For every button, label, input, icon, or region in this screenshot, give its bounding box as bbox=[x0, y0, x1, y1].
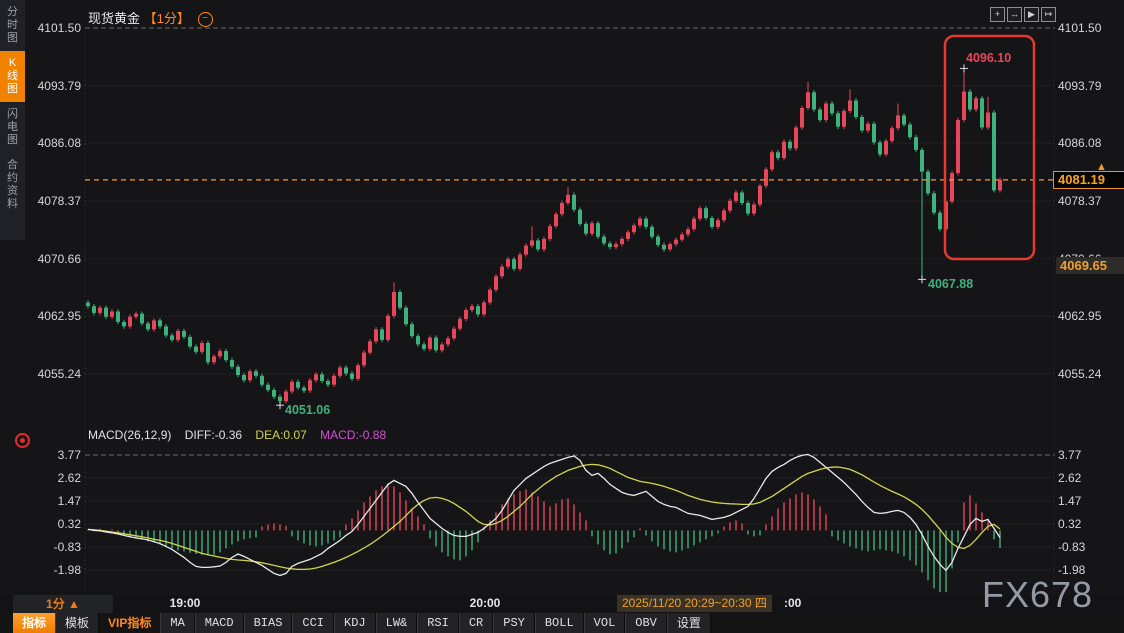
fit-horizontal-icon[interactable]: ↔ bbox=[1007, 7, 1022, 22]
price-marker-label: 4096.10 bbox=[966, 51, 1011, 65]
axis-label: -0.83 bbox=[1058, 540, 1124, 554]
axis-label: 4055.24 bbox=[0, 367, 81, 381]
axis-label: 0.32 bbox=[1058, 517, 1124, 531]
trading-app: 分 时 图K 线 图闪 电 图合 约 资 料 现货黄金 【1分】 − +↔▶↦ … bbox=[0, 0, 1124, 633]
toolbar-button-MACD[interactable]: MACD bbox=[195, 613, 244, 633]
macd-bar-value: MACD:-0.88 bbox=[320, 428, 386, 442]
axis-label: 2.62 bbox=[0, 471, 81, 485]
time-axis: 1分 ▲ 2025/11/20 20:29~20:30 四 19:00 20:00… bbox=[0, 595, 1124, 613]
axis-label: 4093.79 bbox=[1058, 79, 1124, 93]
chart-legend: 现货黄金 【1分】 − bbox=[88, 8, 213, 27]
toolbar-button-CR[interactable]: CR bbox=[459, 613, 493, 633]
price-marker-label: 4067.88 bbox=[928, 277, 973, 291]
toolbar-button-OBV[interactable]: OBV bbox=[625, 613, 667, 633]
left-price-axis: 4101.50 4093.79 4086.08 4078.37 4070.66 4062.… bbox=[0, 0, 81, 595]
toolbar-button-MA[interactable]: MA bbox=[160, 613, 194, 633]
toolbar-button-LW&[interactable]: LW& bbox=[376, 613, 418, 633]
price-pin-icon: ▲ bbox=[1096, 161, 1107, 173]
toolbar-button-BIAS[interactable]: BIAS bbox=[244, 613, 293, 633]
axis-label: 4093.79 bbox=[0, 79, 81, 93]
toolbar-button-VOL[interactable]: VOL bbox=[584, 613, 626, 633]
macd-header: MACD(26,12,9) DIFF:-0.36 DEA:0.07 MACD:-… bbox=[88, 428, 396, 442]
axis-label: 1.47 bbox=[0, 494, 81, 508]
axis-label: 4078.37 bbox=[1058, 194, 1124, 208]
time-label: 19:00 bbox=[170, 596, 201, 610]
axis-label: 2.62 bbox=[1058, 471, 1124, 485]
symbol-name: 现货黄金 bbox=[88, 11, 140, 26]
collapse-icon[interactable]: − bbox=[198, 12, 213, 27]
toolbar-button-指标[interactable]: 指标 bbox=[13, 613, 55, 633]
toolbar-button-BOLL[interactable]: BOLL bbox=[535, 613, 584, 633]
axis-label: 4062.95 bbox=[0, 309, 81, 323]
axis-label: 1.47 bbox=[1058, 494, 1124, 508]
toolbar-button-KDJ[interactable]: KDJ bbox=[334, 613, 376, 633]
last-price-tag: 4081.19 bbox=[1053, 171, 1124, 189]
candlesticks[interactable] bbox=[86, 68, 1002, 405]
time-label: 20:00 bbox=[470, 596, 501, 610]
toolbar-button-CCI[interactable]: CCI bbox=[292, 613, 334, 633]
interval-label: 【1分】 bbox=[144, 11, 190, 26]
axis-label: -0.83 bbox=[0, 540, 81, 554]
toolbar-button-PSY[interactable]: PSY bbox=[493, 613, 535, 633]
pan-icon[interactable]: + bbox=[990, 7, 1005, 22]
time-range-tooltip: 2025/11/20 20:29~20:30 四 bbox=[617, 595, 772, 612]
axis-label: 4086.08 bbox=[1058, 136, 1124, 150]
watermark: FX678 bbox=[982, 574, 1093, 616]
alert-icon[interactable] bbox=[15, 433, 30, 448]
jump-latest-icon[interactable]: ↦ bbox=[1041, 7, 1056, 22]
macd-diff-value: DIFF:-0.36 bbox=[185, 428, 242, 442]
price-marker-label: 4051.06 bbox=[285, 403, 330, 417]
toolbar-button-VIP指标[interactable]: VIP指标 bbox=[99, 613, 160, 633]
axis-label: 4055.24 bbox=[1058, 367, 1124, 381]
toolbar-button-模板[interactable]: 模板 bbox=[55, 613, 99, 633]
axis-label: 0.32 bbox=[0, 517, 81, 531]
autoscroll-icon[interactable]: ▶ bbox=[1024, 7, 1039, 22]
axis-label: -1.98 bbox=[0, 563, 81, 577]
macd-histogram bbox=[88, 483, 1000, 592]
time-label: :00 bbox=[784, 596, 801, 610]
ref-price-tag: 4069.65 bbox=[1056, 257, 1124, 274]
axis-label: 4101.50 bbox=[1058, 21, 1124, 35]
toolbar-button-RSI[interactable]: RSI bbox=[417, 613, 459, 633]
axis-label: 4062.95 bbox=[1058, 309, 1124, 323]
axis-label: 4101.50 bbox=[0, 21, 81, 35]
macd-name: MACD(26,12,9) bbox=[88, 428, 171, 442]
right-price-axis: 4101.504093.794086.084078.374070.664062.… bbox=[1058, 0, 1124, 595]
chart-tools: +↔▶↦ bbox=[990, 7, 1056, 22]
axis-label: 3.77 bbox=[1058, 448, 1124, 462]
axis-label: 4086.08 bbox=[0, 136, 81, 150]
chart-canvas[interactable] bbox=[0, 0, 1124, 595]
toolbar-button-设置[interactable]: 设置 bbox=[667, 613, 711, 633]
axis-label: 3.77 bbox=[0, 448, 81, 462]
indicator-toolbar: 指标模板VIP指标MAMACDBIASCCIKDJLW&RSICRPSYBOLL… bbox=[0, 613, 1124, 633]
macd-dea-value: DEA:0.07 bbox=[255, 428, 306, 442]
period-selector[interactable]: 1分 ▲ bbox=[13, 595, 113, 613]
axis-label: 4078.37 bbox=[0, 194, 81, 208]
axis-label: 4070.66 bbox=[0, 252, 81, 266]
